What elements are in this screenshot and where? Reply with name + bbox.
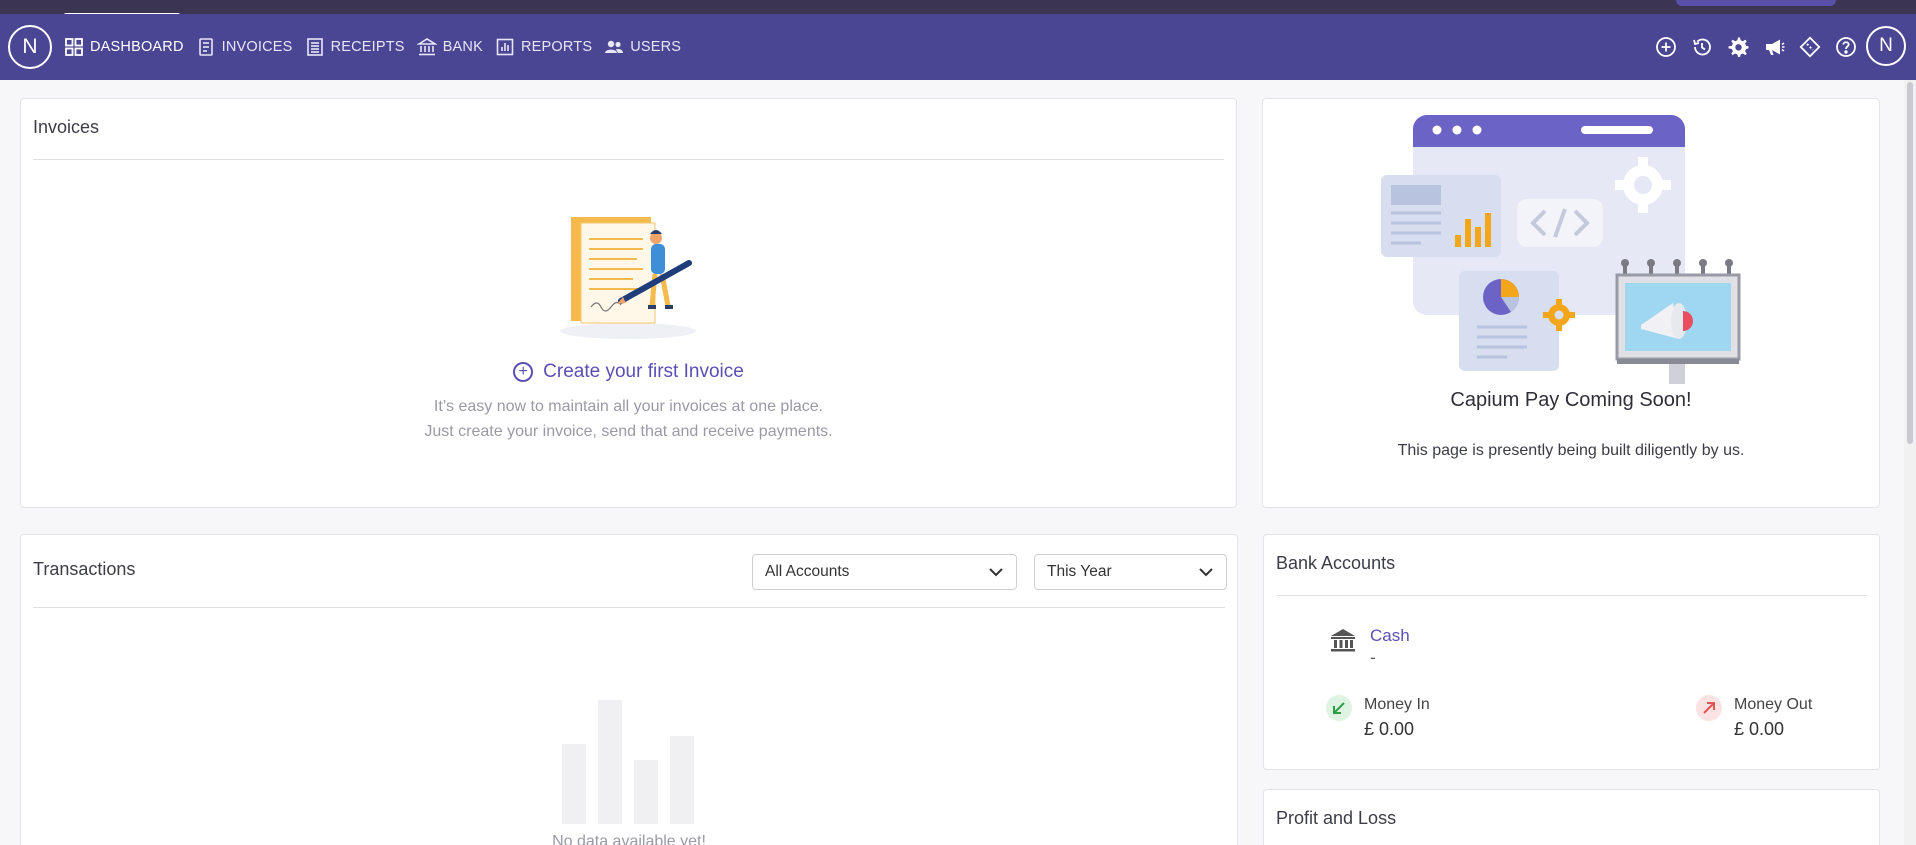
browser-top-strip: [0, 0, 1916, 17]
transactions-card: Transactions All Accounts This Year No d…: [20, 534, 1238, 845]
org-avatar[interactable]: N: [8, 25, 52, 69]
bank-icon: [416, 38, 437, 56]
money-in-label: Money In: [1364, 696, 1430, 713]
chevron-down-icon: [1199, 568, 1213, 577]
account-filter-select[interactable]: All Accounts: [752, 554, 1017, 590]
transactions-title: Transactions: [33, 559, 136, 579]
transactions-empty-text: No data available yet!: [552, 833, 706, 845]
capium-pay-card: Capium Pay Coming Soon! This page is pre…: [1262, 98, 1880, 508]
bank-accounts-divider: [1276, 595, 1867, 596]
bank-icon: [1331, 629, 1355, 652]
megaphone-icon: [1766, 39, 1785, 55]
transactions-divider: [33, 607, 1225, 608]
arrow-down-left-icon: [1326, 695, 1352, 721]
top-pill: [1676, 0, 1836, 6]
account-filter-value: All Accounts: [765, 563, 850, 580]
receipt-icon: [306, 38, 323, 56]
capium-pay-illustration: [1381, 115, 1741, 384]
nav-item-users[interactable]: USERS: [604, 37, 681, 57]
user-avatar[interactable]: N: [1866, 26, 1906, 66]
dashboard-grid-icon: [65, 38, 83, 56]
money-out-amount: £ 0.00: [1734, 719, 1785, 739]
invoices-divider: [33, 159, 1224, 160]
nav-item-label: RECEIPTS: [330, 39, 405, 55]
history-button[interactable]: [1690, 35, 1714, 59]
nav-item-label: DASHBOARD: [90, 39, 184, 55]
period-filter-value: This Year: [1047, 563, 1112, 580]
nav-item-label: USERS: [630, 39, 682, 55]
help-icon: [1836, 37, 1856, 57]
invoices-description: It’s easy now to maintain all your invoi…: [21, 394, 1236, 444]
announcements-button[interactable]: [1762, 35, 1786, 59]
invoices-card: Invoices + Create your first Invoice It’…: [20, 98, 1237, 508]
bank-accounts-title: Bank Accounts: [1276, 553, 1396, 573]
add-button[interactable]: [1654, 35, 1678, 59]
bank-account-name[interactable]: Cash: [1370, 626, 1410, 646]
bank-accounts-card: Bank Accounts Cash - Money In £ 0.00 Mon…: [1263, 534, 1880, 770]
nav-item-label: BANK: [442, 39, 483, 55]
profit-loss-card: Profit and Loss: [1263, 789, 1880, 845]
money-out-label: Money Out: [1734, 696, 1813, 713]
top-navbar: N DASHBOARD INVOICES RECEIPTS BANK REPOR…: [0, 14, 1916, 80]
invoice-icon: [198, 38, 213, 56]
settings-button[interactable]: [1726, 35, 1750, 59]
nav-item-dashboard[interactable]: DASHBOARD: [64, 37, 184, 57]
period-filter-select[interactable]: This Year: [1034, 554, 1227, 590]
capium-pay-title: Capium Pay Coming Soon!: [1450, 389, 1692, 411]
ticket-button[interactable]: [1798, 35, 1822, 59]
nav-item-label: REPORTS: [520, 39, 593, 55]
scrollbar-thumb[interactable]: [1907, 82, 1913, 444]
help-button[interactable]: [1834, 35, 1858, 59]
page-scrollbar[interactable]: [1904, 80, 1916, 845]
invoice-illustration: [560, 217, 696, 339]
empty-chart-icon: [562, 700, 694, 824]
nav-menu: DASHBOARD INVOICES RECEIPTS BANK REPORTS…: [64, 14, 681, 80]
invoices-desc-line1: It’s easy now to maintain all your invoi…: [433, 398, 824, 415]
nav-item-reports[interactable]: REPORTS: [495, 37, 592, 57]
nav-item-bank[interactable]: BANK: [416, 37, 483, 57]
capium-pay-description: This page is presently being built dilig…: [1397, 442, 1745, 459]
bank-account-balance: -: [1370, 648, 1376, 667]
invoices-desc-line2: Just create your invoice, send that and …: [424, 423, 833, 440]
chevron-down-icon: [989, 568, 1003, 577]
gear-icon: [1728, 37, 1749, 57]
create-invoice-link[interactable]: + Create your first Invoice: [21, 361, 1236, 383]
nav-item-label: INVOICES: [221, 39, 293, 55]
history-icon: [1693, 38, 1711, 56]
money-in-amount: £ 0.00: [1364, 719, 1415, 739]
nav-item-invoices[interactable]: INVOICES: [196, 37, 293, 57]
profit-loss-title: Profit and Loss: [1276, 808, 1397, 828]
nav-item-receipts[interactable]: RECEIPTS: [305, 37, 405, 57]
arrow-up-right-icon: [1696, 695, 1722, 721]
create-invoice-label: Create your first Invoice: [543, 361, 744, 382]
plus-circle-icon: +: [513, 362, 534, 382]
users-icon: [605, 40, 624, 53]
invoices-title: Invoices: [33, 117, 100, 137]
nav-actions: [1654, 14, 1858, 80]
ticket-icon: [1799, 36, 1821, 58]
reports-chart-icon: [496, 38, 514, 56]
add-circle-icon: [1656, 37, 1676, 57]
